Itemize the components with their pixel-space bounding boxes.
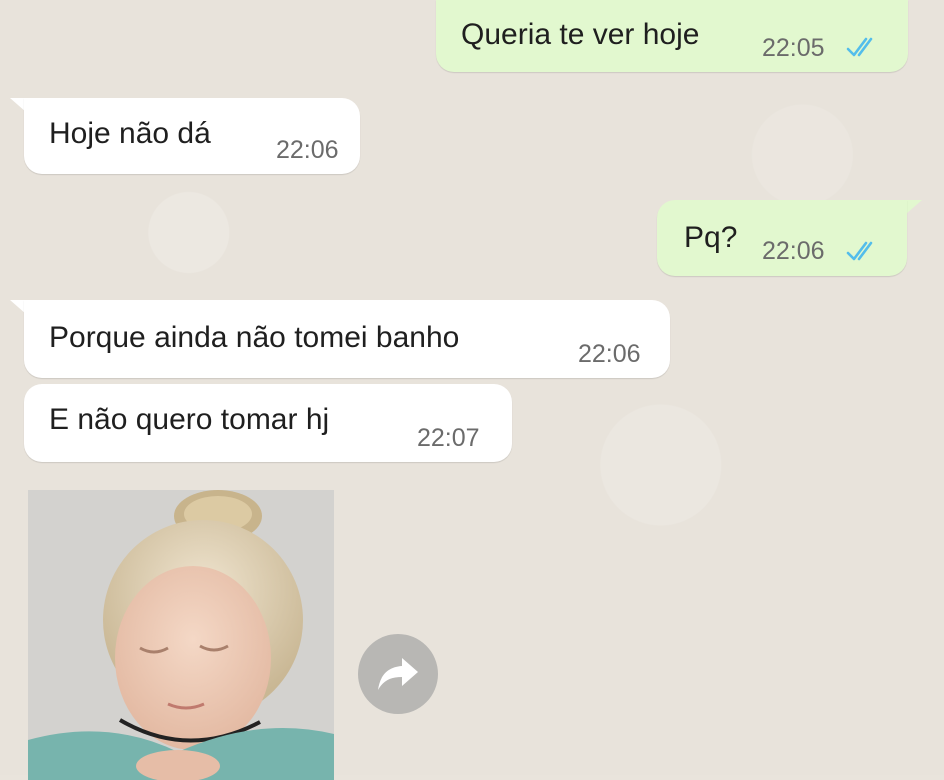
message-time: 22:06 — [762, 237, 825, 265]
message-text: E não quero tomar hj — [49, 403, 330, 436]
message-bubble-outgoing[interactable]: Queria te ver hoje 22:05 — [436, 0, 908, 72]
message-time: 22:07 — [417, 424, 480, 452]
forward-button[interactable] — [358, 634, 438, 714]
message-text: Porque ainda não tomei banho — [49, 321, 460, 354]
message-text: Pq? — [684, 221, 738, 254]
message-bubble-incoming[interactable]: Porque ainda não tomei banho 22:06 — [24, 300, 670, 378]
double-check-icon — [846, 37, 873, 57]
message-bubble-outgoing[interactable]: Pq? 22:06 — [657, 200, 907, 276]
message-text: Queria te ver hoje — [461, 18, 700, 51]
double-check-icon — [846, 241, 873, 261]
message-bubble-incoming[interactable]: E não quero tomar hj 22:07 — [24, 384, 512, 462]
message-bubble-incoming[interactable]: Hoje não dá 22:06 — [24, 98, 360, 174]
forward-arrow-icon — [378, 658, 418, 690]
bubble-tail — [906, 200, 922, 214]
photo-image — [28, 490, 334, 780]
message-time: 22:06 — [276, 136, 339, 164]
message-time: 22:06 — [578, 340, 641, 368]
message-text: Hoje não dá — [49, 117, 211, 150]
photo-message[interactable] — [28, 490, 334, 780]
message-time: 22:05 — [762, 34, 825, 62]
